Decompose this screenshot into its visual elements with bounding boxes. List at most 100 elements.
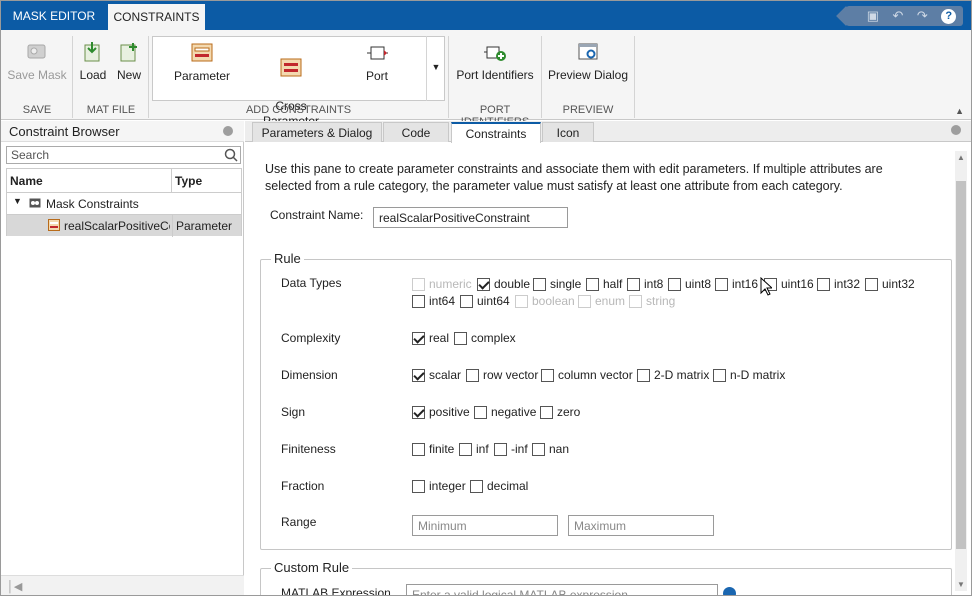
matlab-expression-input[interactable]: Enter a valid logical MATLAB expression [406, 584, 718, 595]
checkbox-box[interactable] [474, 405, 487, 419]
checkbox-box[interactable] [412, 368, 425, 382]
scroll-left-icon[interactable]: │◀ [7, 580, 22, 593]
checkbox-box[interactable] [454, 331, 467, 345]
scroll-down-icon[interactable]: ▼ [957, 580, 965, 589]
checkbox-half[interactable]: half [586, 277, 622, 291]
checkbox-column-vector[interactable]: column vector [541, 368, 633, 382]
checkbox-finite[interactable]: finite [412, 442, 454, 456]
checkbox-nan[interactable]: nan [532, 442, 569, 456]
vertical-scrollbar[interactable]: ▲ ▼ [955, 151, 967, 591]
column-header-type[interactable]: Type [172, 169, 241, 193]
checkbox-double[interactable]: double [477, 277, 530, 291]
checkbox-int8[interactable]: int8 [627, 277, 663, 291]
checkbox-box[interactable] [466, 368, 479, 382]
checkbox-box[interactable] [470, 479, 483, 493]
checkbox-scalar[interactable]: scalar [412, 368, 461, 382]
checkbox-decimal[interactable]: decimal [470, 479, 528, 493]
undo-icon[interactable]: ↶ [893, 8, 904, 24]
checkbox-box[interactable] [715, 277, 728, 291]
constraint-table: Name Type ▼ Mask Constraints realScalarP… [6, 168, 242, 237]
checkbox-string: string [629, 294, 675, 308]
table-row[interactable]: realScalarPositiveCo Parameter [7, 214, 241, 237]
checkbox-label: single [550, 277, 582, 291]
checkbox-box[interactable] [412, 442, 425, 456]
divider [634, 36, 635, 118]
constraint-name-field[interactable]: realScalarPositiveConstraint [373, 207, 568, 228]
load-button[interactable]: Load [77, 40, 109, 82]
checkbox-box[interactable] [412, 331, 425, 345]
checkbox-complex[interactable]: complex [454, 331, 516, 345]
expand-arrow-icon[interactable]: ▼ [13, 196, 22, 206]
checkbox-box[interactable] [668, 277, 681, 291]
tab-constraints[interactable]: CONSTRAINTS [107, 3, 206, 31]
checkbox-label: complex [471, 331, 516, 345]
checkbox-inf[interactable]: -inf [494, 442, 528, 456]
tab-parameters-dialog[interactable]: Parameters & Dialog [252, 122, 382, 142]
checkbox-box[interactable] [494, 442, 507, 456]
checkbox-box[interactable] [477, 277, 490, 291]
new-button[interactable]: New [114, 40, 144, 82]
tree-row-mask-constraints[interactable]: ▼ Mask Constraints [7, 193, 241, 215]
search-input[interactable]: Search [6, 146, 241, 164]
search-icon[interactable] [224, 148, 238, 162]
checkbox-box[interactable] [817, 277, 830, 291]
checkbox-label: -inf [511, 442, 528, 456]
checkbox-zero[interactable]: zero [540, 405, 580, 419]
port-identifiers-button[interactable]: Port Identifiers [453, 40, 537, 82]
checkbox-box[interactable] [541, 368, 554, 382]
range-minimum-input[interactable]: Minimum [412, 515, 558, 536]
parameter-button[interactable]: Parameter [171, 41, 233, 83]
gallery-expand-button[interactable]: ▼ [426, 36, 445, 101]
cross-parameter-icon [280, 58, 302, 77]
scroll-up-icon[interactable]: ▲ [957, 153, 965, 162]
tab-constraints-pane[interactable]: Constraints [451, 122, 541, 143]
checkbox-box[interactable] [533, 277, 546, 291]
checkbox-int64[interactable]: int64 [412, 294, 455, 308]
checkbox-box[interactable] [637, 368, 650, 382]
tab-code[interactable]: Code [383, 122, 449, 142]
info-icon[interactable] [723, 587, 736, 595]
checkbox-uint64[interactable]: uint64 [460, 294, 510, 308]
checkbox-integer[interactable]: integer [412, 479, 466, 493]
checkbox-box[interactable] [540, 405, 553, 419]
checkbox-2-d-matrix[interactable]: 2-D matrix [637, 368, 709, 382]
range-maximum-input[interactable]: Maximum [568, 515, 714, 536]
checkbox-box[interactable] [412, 479, 425, 493]
tab-icon[interactable]: Icon [542, 122, 594, 142]
collapse-ribbon-icon[interactable]: ▲ [955, 106, 964, 116]
checkbox-box[interactable] [627, 277, 640, 291]
checkbox-box[interactable] [865, 277, 878, 291]
checkbox-positive[interactable]: positive [412, 405, 470, 419]
save-icon[interactable]: ▣ [867, 8, 879, 24]
help-icon[interactable]: ? [941, 8, 957, 24]
checkbox-box[interactable] [460, 294, 473, 308]
checkbox-label: finite [429, 442, 455, 456]
checkbox-box[interactable] [586, 277, 599, 291]
panel-options-icon[interactable] [223, 126, 233, 136]
checkbox-int32[interactable]: int32 [817, 277, 860, 291]
redo-icon[interactable]: ↷ [917, 8, 928, 24]
checkbox-uint8[interactable]: uint8 [668, 277, 711, 291]
checkbox-box[interactable] [532, 442, 545, 456]
checkbox-row-vector[interactable]: row vector [466, 368, 538, 382]
checkbox-box[interactable] [713, 368, 726, 382]
preview-dialog-button[interactable]: Preview Dialog [546, 40, 630, 82]
checkbox-inf[interactable]: inf [459, 442, 489, 456]
scrollbar-thumb[interactable] [956, 181, 966, 549]
pane-options-icon[interactable] [951, 125, 961, 135]
checkbox-real[interactable]: real [412, 331, 449, 345]
save-mask-button[interactable]: Save Mask [7, 40, 67, 82]
checkbox-label: uint64 [477, 294, 510, 308]
checkbox-box[interactable] [412, 405, 425, 419]
tab-mask-editor[interactable]: MASK EDITOR [7, 1, 101, 30]
checkbox-n-d-matrix[interactable]: n-D matrix [713, 368, 785, 382]
checkbox-uint32[interactable]: uint32 [865, 277, 915, 291]
checkbox-int16[interactable]: int16 [715, 277, 758, 291]
checkbox-box[interactable] [412, 294, 425, 308]
checkbox-box[interactable] [459, 442, 472, 456]
checkbox-negative[interactable]: negative [474, 405, 536, 419]
column-header-name[interactable]: Name [7, 169, 172, 193]
checkbox-single[interactable]: single [533, 277, 581, 291]
port-button[interactable]: Port [353, 41, 401, 83]
checkbox-label: int64 [429, 294, 456, 308]
